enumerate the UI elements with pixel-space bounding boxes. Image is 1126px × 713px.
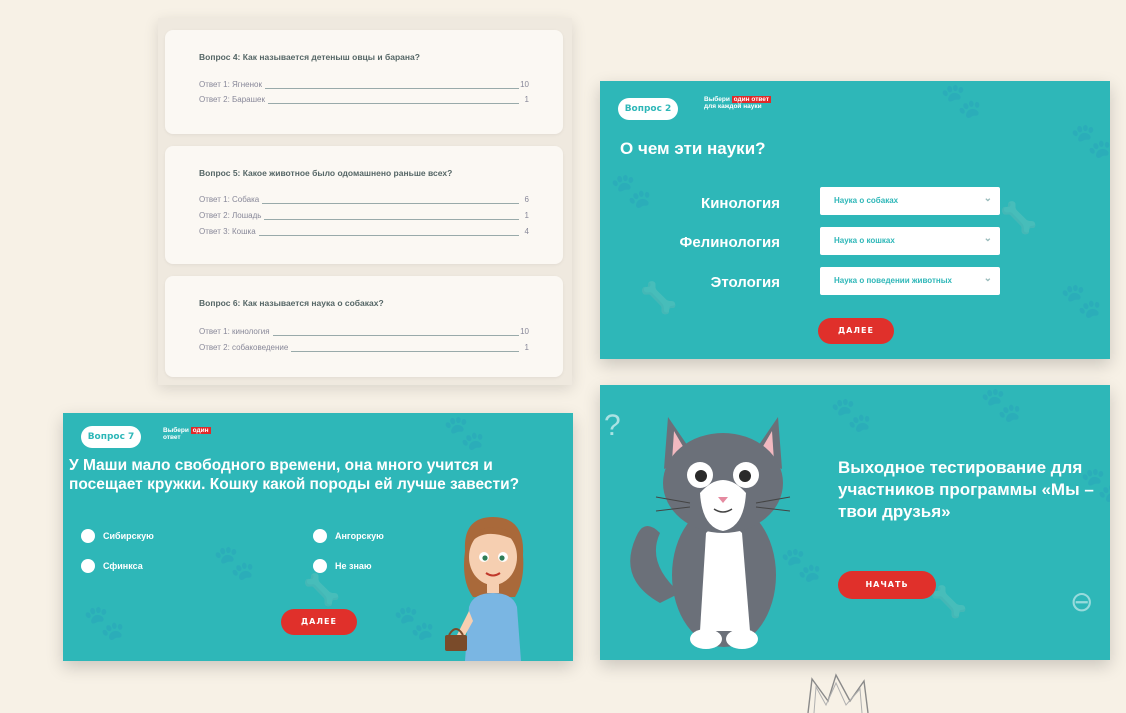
paw-pattern-icon: 🐾 <box>1060 282 1103 320</box>
paw-pattern-icon: 🐾 <box>393 604 436 642</box>
question-result-block: Вопрос 5: Какое животное было одомашнено… <box>165 146 563 264</box>
paw-pattern-icon: 🐾 <box>443 414 486 452</box>
slide-title: Выходное тестирование для участников про… <box>838 458 1094 521</box>
chevron-down-icon: ⌄ <box>983 193 992 204</box>
answer-label: Ответ 2: Барашек <box>199 95 268 104</box>
answer-option-label[interactable]: Сибирскую <box>103 531 154 541</box>
question-result-block: Вопрос 4: Как называется детеныш овцы и … <box>165 30 563 134</box>
answer-label: Ответ 2: собаковедение <box>199 343 292 352</box>
answer-radio[interactable] <box>81 559 95 573</box>
sketch-ears-decoration <box>807 673 869 713</box>
answer-option-label[interactable]: Не знаю <box>335 561 372 571</box>
answer-label: Ответ 1: Собака <box>199 195 263 204</box>
answer-row: Ответ 1: Ягненок 10 <box>199 80 529 92</box>
answer-count: 10 <box>520 327 529 336</box>
paw-pattern-icon: 🐾 <box>213 544 256 582</box>
answer-radio[interactable] <box>313 559 327 573</box>
slide-cat-breed: 🐾 🐾 🐾 🐾 🦴 Вопрос 7 Выбери один ответ У М… <box>63 413 573 661</box>
slide-start: 🐾 🐾 🐾 🐾 🦴 ? ⊖ Выходное тестирование для … <box>600 385 1110 660</box>
cat-illustration <box>630 417 791 649</box>
science-definition-select[interactable]: Наука о кошках ⌄ <box>820 227 1000 255</box>
question-number-badge: Вопрос 7 <box>81 426 141 448</box>
bone-pattern-icon: 🦴 <box>303 574 341 607</box>
science-definition-select[interactable]: Наука о поведении животных ⌄ <box>820 267 1000 295</box>
answer-option-label[interactable]: Ангорскую <box>335 531 384 541</box>
answer-row: Ответ 2: Барашек 1 <box>199 95 529 107</box>
paw-pattern-icon: 🐾 <box>610 172 653 210</box>
answer-count: 6 <box>524 195 529 204</box>
start-button[interactable]: НАЧАТЬ <box>838 571 936 599</box>
slide-sciences: 🐾 🐾 🐾 🐾 🦴 🦴 Вопрос 2 Выбери один ответ д… <box>600 81 1110 359</box>
answer-label: Ответ 1: кинология <box>199 327 273 336</box>
chevron-down-icon: ⌄ <box>983 233 992 244</box>
paw-pattern-icon: 🐾 <box>830 396 873 434</box>
question-text: У Маши мало свободного времени, она мног… <box>69 457 520 493</box>
slide-title: О чем эти науки? <box>620 139 766 158</box>
answer-label: Ответ 1: Ягненок <box>199 80 265 89</box>
answer-label: Ответ 3: Кошка <box>199 227 259 236</box>
question-mark-icon: ? <box>604 409 621 442</box>
answer-label: Ответ 2: Лошадь <box>199 211 265 220</box>
food-bowl-icon: ⊖ <box>1070 586 1094 617</box>
bone-pattern-icon: 🦴 <box>930 586 968 619</box>
science-definition-select[interactable]: Наука о собаках ⌄ <box>820 187 1000 215</box>
answer-count: 1 <box>524 95 529 104</box>
answer-count: 10 <box>520 80 529 89</box>
answer-option-label[interactable]: Сфинкса <box>103 561 143 571</box>
question-number-badge: Вопрос 2 <box>618 98 678 120</box>
question-title: Вопрос 5: Какое животное было одомашнено… <box>199 168 453 178</box>
science-term: Кинология <box>701 195 780 212</box>
paw-pattern-icon: 🐾 <box>83 604 126 642</box>
question-result-block: Вопрос 6: Как называется наука о собаках… <box>165 276 563 377</box>
girl-illustration <box>445 517 524 661</box>
answer-row: Ответ 3: Кошка 4 <box>199 227 529 239</box>
bone-pattern-icon: 🦴 <box>1000 202 1038 235</box>
answer-count: 4 <box>524 227 529 236</box>
science-term: Фелинология <box>679 234 780 251</box>
answer-radio[interactable] <box>81 529 95 543</box>
answer-row: Ответ 2: собаковедение 1 <box>199 343 529 355</box>
paw-pattern-icon: 🐾 <box>1070 122 1110 160</box>
answer-row: Ответ 1: Собака 6 <box>199 195 529 207</box>
next-button[interactable]: ДАЛЕЕ <box>818 318 894 344</box>
chevron-down-icon: ⌄ <box>983 273 992 284</box>
answer-count: 1 <box>524 343 529 352</box>
answer-row: Ответ 1: кинология 10 <box>199 327 529 339</box>
answer-count: 1 <box>524 211 529 220</box>
paw-pattern-icon: 🐾 <box>980 386 1023 424</box>
paw-pattern-icon: 🐾 <box>940 82 983 120</box>
instruction-logo: Выбери один ответ <box>163 427 211 442</box>
science-term: Этология <box>710 274 780 291</box>
answer-row: Ответ 2: Лошадь 1 <box>199 211 529 223</box>
instruction-logo: Выбери один ответ для каждой науки <box>704 96 772 111</box>
answer-radio[interactable] <box>313 529 327 543</box>
survey-results-card: Вопрос 4: Как называется детеныш овцы и … <box>158 18 572 385</box>
next-button[interactable]: ДАЛЕЕ <box>281 609 357 635</box>
question-title: Вопрос 4: Как называется детеныш овцы и … <box>199 52 420 62</box>
question-title: Вопрос 6: Как называется наука о собаках… <box>199 298 384 308</box>
